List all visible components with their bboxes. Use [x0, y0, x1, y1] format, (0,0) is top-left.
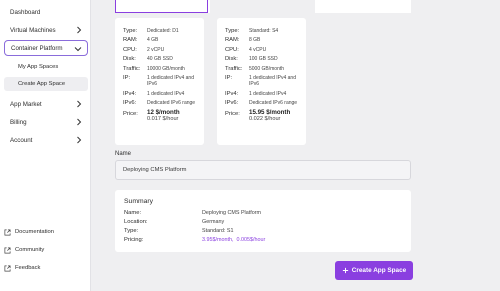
- external-link-icon: [4, 247, 11, 253]
- plan-cpu: 4 vCPU: [249, 46, 267, 53]
- plan-traffic: 5000 GB/month: [249, 65, 285, 72]
- spec-label: Price:: [225, 111, 240, 118]
- spec-label: Disk:: [225, 56, 238, 63]
- plan-ipv6: Dedicated IPv6 range: [249, 99, 298, 106]
- sidebar-item-app-market[interactable]: App Market: [4, 96, 88, 112]
- sidebar-item-label: Account: [10, 136, 33, 144]
- plan-ip: 1 dedicated IPv4 and IPv6: [147, 74, 194, 88]
- plan-price-hour: 0.017 $/hour: [147, 116, 179, 123]
- summary-pricing-month: 3.95$/month,: [202, 237, 234, 243]
- spec-label: Traffic:: [123, 65, 141, 72]
- plan-disk: 100 GB SSD: [249, 56, 278, 63]
- plan-price-hour: 0.022 $/hour: [249, 116, 281, 123]
- plan-ram: 4 GB: [147, 37, 159, 44]
- sidebar-item-label: App Market: [10, 100, 42, 108]
- footer-link-documentation[interactable]: Documentation: [4, 226, 54, 238]
- spec-label: Price:: [123, 111, 138, 118]
- summary-label: Pricing:: [124, 237, 144, 243]
- spec-label: Traffic:: [225, 65, 243, 72]
- spec-label: Disk:: [123, 56, 136, 63]
- footer-link-label: Feedback: [15, 265, 41, 271]
- chevron-down-icon: [74, 47, 82, 52]
- plan-cpu: 2 vCPU: [147, 46, 165, 53]
- plan-traffic: 10000 GB/month: [147, 65, 185, 72]
- sidebar-item-dashboard[interactable]: Dashboard: [4, 4, 88, 20]
- spec-label: IPv6:: [123, 99, 137, 106]
- plan-ipv4: 1 dedicated IPv4: [147, 90, 185, 97]
- footer-link-label: Documentation: [15, 229, 54, 235]
- sidebar-item-create-app-space[interactable]: Create App Space: [4, 77, 88, 91]
- option-card-partial[interactable]: [315, 0, 411, 13]
- spec-label: IPv4:: [123, 90, 137, 97]
- summary-label: Type:: [124, 228, 139, 234]
- name-field-label: Name: [115, 151, 132, 157]
- name-input-value: Deploying CMS Platform: [123, 167, 187, 173]
- sidebar-item-label: Billing: [10, 118, 27, 126]
- sidebar-item-label: My App Spaces: [18, 64, 59, 70]
- summary-label: Location:: [124, 219, 148, 225]
- sidebar-item-virtual-machines[interactable]: Virtual Machines: [4, 22, 88, 38]
- create-app-space-button[interactable]: Create App Space: [335, 261, 413, 280]
- sidebar: Dashboard Virtual Machines Container Pla…: [0, 0, 91, 291]
- summary-title: Summary: [124, 198, 154, 205]
- plan-type: Dedicated: D1: [147, 28, 179, 34]
- summary-panel: Summary Name: Deploying CMS Platform Loca…: [115, 190, 411, 252]
- plan-ram: 8 GB: [249, 37, 261, 44]
- sidebar-item-label: Virtual Machines: [10, 26, 56, 34]
- plan-ipv6: Dedicated IPv6 range: [147, 99, 196, 106]
- footer-link-label: Community: [15, 247, 45, 253]
- spec-label: Type:: [123, 28, 138, 34]
- spec-label: IP:: [123, 74, 131, 81]
- footer-link-community[interactable]: Community: [4, 244, 44, 256]
- external-link-icon: [4, 229, 11, 235]
- summary-type-value: Standard: S1: [202, 228, 234, 234]
- chevron-right-icon: [77, 136, 82, 144]
- create-app-space-label: Create App Space: [351, 267, 407, 274]
- sidebar-item-label: Dashboard: [10, 8, 41, 16]
- sidebar-item-label: Container Platform: [11, 44, 63, 52]
- chevron-right-icon: [77, 118, 82, 126]
- plan-ip: 1 dedicated IPv4 and IPv6: [249, 74, 296, 88]
- spec-label: IPv4:: [225, 90, 239, 97]
- spec-label: RAM:: [225, 37, 240, 44]
- plus-icon: [342, 267, 348, 274]
- summary-label: Name:: [124, 210, 142, 216]
- sidebar-item-my-app-spaces[interactable]: My App Spaces: [4, 60, 88, 74]
- option-card-partial-selected[interactable]: [115, 0, 208, 13]
- spec-label: Type:: [225, 28, 240, 34]
- sidebar-item-account[interactable]: Account: [4, 132, 88, 148]
- main-content: Type: Dedicated: D1 RAM: 4 GB CPU: 2 vCPU D…: [91, 0, 500, 291]
- spec-label: IP:: [225, 74, 233, 81]
- spec-label: CPU:: [123, 46, 137, 53]
- chevron-right-icon: [77, 26, 82, 34]
- sidebar-item-container-platform[interactable]: Container Platform: [4, 40, 88, 56]
- chevron-right-icon: [77, 100, 82, 108]
- name-input[interactable]: Deploying CMS Platform: [115, 160, 411, 180]
- plan-price-month: 15.95 $/month: [249, 109, 291, 117]
- sidebar-item-billing[interactable]: Billing: [4, 114, 88, 130]
- plan-card-d1[interactable]: Type: Dedicated: D1 RAM: 4 GB CPU: 2 vCPU D…: [115, 18, 204, 145]
- spec-label: RAM:: [123, 37, 138, 44]
- plan-type: Standard: S4: [249, 28, 279, 34]
- spec-label: CPU:: [225, 46, 239, 53]
- plan-ipv4: 1 dedicated IPv4: [249, 90, 287, 97]
- summary-name-value: Deploying CMS Platform: [202, 210, 262, 216]
- plan-price-month: 12 $/month: [147, 109, 180, 117]
- spec-label: IPv6:: [225, 99, 239, 106]
- summary-pricing-hour: 0.005$/hour: [236, 237, 266, 243]
- footer-link-feedback[interactable]: Feedback: [4, 262, 40, 274]
- plan-card-s4[interactable]: Type: Standard: S4 RAM: 8 GB CPU: 4 vCPU Di…: [217, 18, 306, 145]
- external-link-icon: [4, 265, 11, 271]
- sidebar-item-label: Create App Space: [18, 81, 66, 87]
- plan-disk: 40 GB SSD: [147, 56, 173, 63]
- summary-location-value: Germany: [202, 219, 225, 225]
